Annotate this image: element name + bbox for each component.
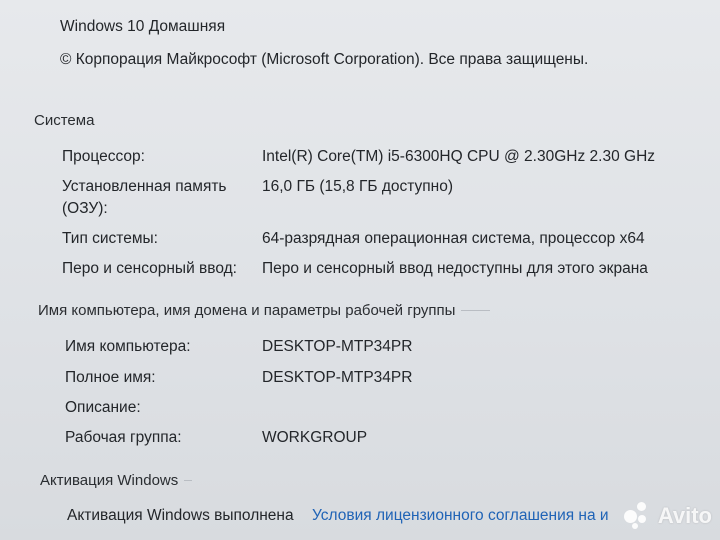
section-system-heading: Система	[34, 112, 100, 129]
section-computer-title: Имя компьютера, имя домена и параметры р…	[38, 302, 456, 319]
workgroup-label: Рабочая группа:	[65, 429, 182, 446]
section-divider	[184, 480, 192, 481]
section-divider	[461, 310, 490, 311]
processor-label: Процессор:	[62, 148, 145, 165]
section-computer-heading: Имя компьютера, имя домена и параметры р…	[38, 302, 490, 319]
pen-touch-label: Перо и сенсорный ввод:	[62, 260, 237, 277]
memory-value: 16,0 ГБ (15,8 ГБ доступно)	[262, 178, 454, 195]
avito-watermark-text: Avito	[657, 503, 712, 528]
full-name-label: Полное имя:	[65, 369, 156, 386]
pen-touch-value: Перо и сенсорный ввод недоступны для это…	[262, 260, 648, 277]
memory-label: Установленная память	[62, 178, 227, 195]
description-label: Описание:	[65, 399, 141, 416]
avito-logo-icon	[623, 502, 652, 530]
activation-status: Активация Windows выполнена	[67, 507, 294, 524]
avito-watermark: Avito	[623, 502, 712, 530]
computer-name-label: Имя компьютера:	[65, 338, 191, 355]
system-type-value: 64-разрядная операционная система, проце…	[262, 230, 645, 247]
section-system-title: Система	[34, 112, 95, 129]
section-activation-heading: Активация Windows	[40, 472, 192, 489]
full-name-value: DESKTOP-MTP34PR	[262, 369, 413, 386]
workgroup-value: WORKGROUP	[262, 429, 368, 446]
section-activation-title: Активация Windows	[40, 472, 179, 489]
memory-label-cont: (ОЗУ):	[62, 200, 108, 217]
license-terms-link[interactable]: Условия лицензионного соглашения на и	[312, 507, 609, 525]
windows-edition: Windows 10 Домашняя	[60, 18, 226, 35]
processor-value: Intel(R) Core(TM) i5-6300HQ CPU @ 2.30GH…	[262, 148, 656, 165]
copyright-text: © Корпорация Майкрософт (Microsoft Corpo…	[60, 51, 589, 68]
computer-name-value: DESKTOP-MTP34PR	[262, 338, 413, 355]
system-type-label: Тип системы:	[62, 230, 158, 247]
